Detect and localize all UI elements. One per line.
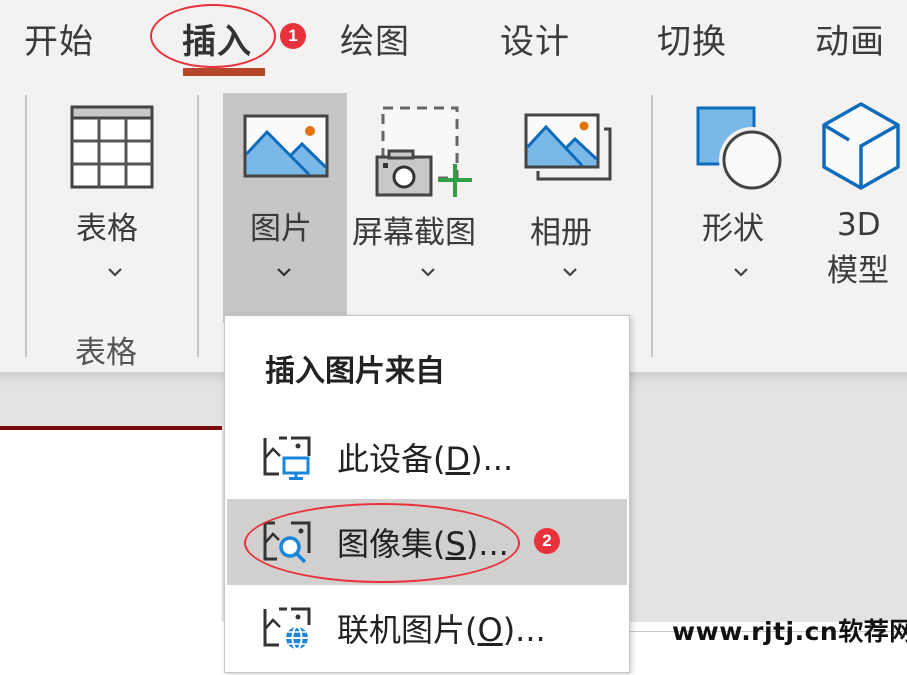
- group-separator: [197, 95, 199, 357]
- group-separator: [651, 95, 653, 357]
- photo-album-button[interactable]: 相册: [515, 95, 625, 295]
- chevron-down-icon: [107, 267, 123, 277]
- shapes-icon: [696, 106, 785, 191]
- 3d-models-button[interactable]: 3D 模型: [815, 95, 907, 295]
- pictures-button[interactable]: 图片: [223, 93, 347, 323]
- chevron-down-icon: [562, 267, 578, 277]
- 3d-model-icon: [822, 102, 900, 190]
- chevron-down-icon: [733, 267, 749, 277]
- active-tab-indicator: [183, 68, 265, 76]
- annotation-ellipse-1: [150, 4, 276, 68]
- screenshot-button[interactable]: 屏幕截图: [350, 95, 500, 295]
- watermark: www.rjtj.cn软荐网: [672, 617, 907, 646]
- tab-home[interactable]: 开始: [24, 14, 94, 63]
- tab-design[interactable]: 设计: [500, 14, 570, 63]
- menu-item-label: 联机图片(O)...: [337, 611, 546, 649]
- annotation-ellipse-2: [244, 503, 520, 583]
- annotation-badge-2: 2: [534, 528, 560, 554]
- insert-picture-menu: 插入图片来自 此设备(D)... 图像集(S)... 联机图片(O)...: [224, 315, 630, 673]
- screenshot-icon: [375, 106, 472, 197]
- ribbon-tabs: 开始 插入 绘图 设计 切换 动画 1: [0, 0, 907, 80]
- shapes-button[interactable]: 形状: [685, 95, 795, 295]
- chevron-down-icon: [276, 267, 292, 277]
- shapes-label: 形状: [702, 211, 764, 247]
- this-device-icon: [263, 436, 311, 480]
- photo-album-icon: [524, 113, 612, 181]
- online-pictures-icon: [263, 607, 311, 650]
- tab-animations[interactable]: 动画: [815, 14, 885, 63]
- menu-item-label: 此设备(D)...: [337, 440, 514, 478]
- slide-canvas[interactable]: [0, 430, 222, 675]
- group-label-tables: 表格: [75, 335, 137, 371]
- menu-title: 插入图片来自: [265, 354, 445, 389]
- picture-icon: [243, 114, 329, 178]
- photo-album-label: 相册: [530, 215, 592, 251]
- menu-item-this-device[interactable]: 此设备(D)...: [227, 414, 627, 500]
- annotation-badge-1: 1: [280, 23, 306, 49]
- 3d-models-label-line1: 3D: [837, 207, 881, 243]
- menu-item-online-pictures[interactable]: 联机图片(O)...: [227, 585, 627, 671]
- table-icon: [70, 105, 154, 189]
- pictures-label: 图片: [250, 211, 312, 247]
- table-button[interactable]: 表格: [60, 95, 170, 295]
- chevron-down-icon: [420, 267, 436, 277]
- group-separator: [25, 95, 27, 357]
- screenshot-label: 屏幕截图: [352, 215, 476, 251]
- 3d-models-label-line2: 模型: [827, 253, 889, 289]
- table-label: 表格: [76, 211, 138, 247]
- tab-draw[interactable]: 绘图: [340, 14, 410, 63]
- tab-transitions[interactable]: 切换: [657, 14, 727, 63]
